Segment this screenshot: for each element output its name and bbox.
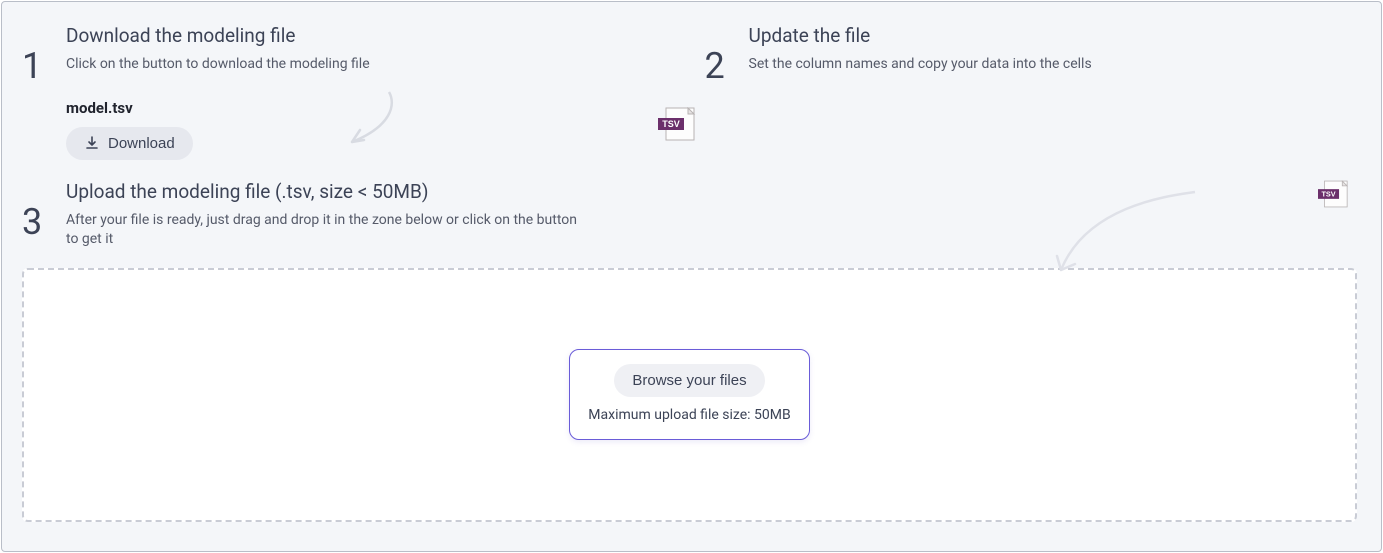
tsv-file-icon: TSV <box>1318 180 1352 212</box>
upload-panel: 1 Download the modeling file Click on th… <box>1 1 1382 552</box>
browse-files-button[interactable]: Browse your files <box>614 364 764 397</box>
drop-box: Browse your files Maximum upload file si… <box>569 349 809 440</box>
tsv-file-icon: TSV <box>658 107 700 145</box>
step-number: 2 <box>705 48 729 84</box>
download-button[interactable]: Download <box>66 127 193 160</box>
svg-text:TSV: TSV <box>662 119 680 129</box>
step-2: 2 Update the file Set the column names a… <box>705 20 1358 160</box>
step-3-container: 3 Upload the modeling file (.tsv, size <… <box>22 176 1357 250</box>
download-button-label: Download <box>108 135 175 152</box>
step-desc: Click on the button to download the mode… <box>66 55 426 75</box>
dropzone[interactable]: Browse your files Maximum upload file si… <box>22 268 1357 522</box>
step-desc: After your file is ready, just drag and … <box>66 211 586 250</box>
step-3: 3 Upload the modeling file (.tsv, size <… <box>22 176 702 250</box>
svg-text:TSV: TSV <box>1321 189 1335 198</box>
step-desc: Set the column names and copy your data … <box>749 55 1109 75</box>
download-icon <box>84 135 100 151</box>
step-number: 3 <box>22 204 46 240</box>
step-title: Update the file <box>749 24 1358 47</box>
step1-arrow-icon <box>334 84 414 168</box>
max-size-hint: Maximum upload file size: 50MB <box>588 407 790 423</box>
step3-arrow-icon <box>1047 186 1207 300</box>
step-number: 1 <box>22 48 46 84</box>
step-title: Upload the modeling file (.tsv, size < 5… <box>66 180 702 203</box>
step-1: 1 Download the modeling file Click on th… <box>22 20 675 160</box>
step-title: Download the modeling file <box>66 24 675 47</box>
